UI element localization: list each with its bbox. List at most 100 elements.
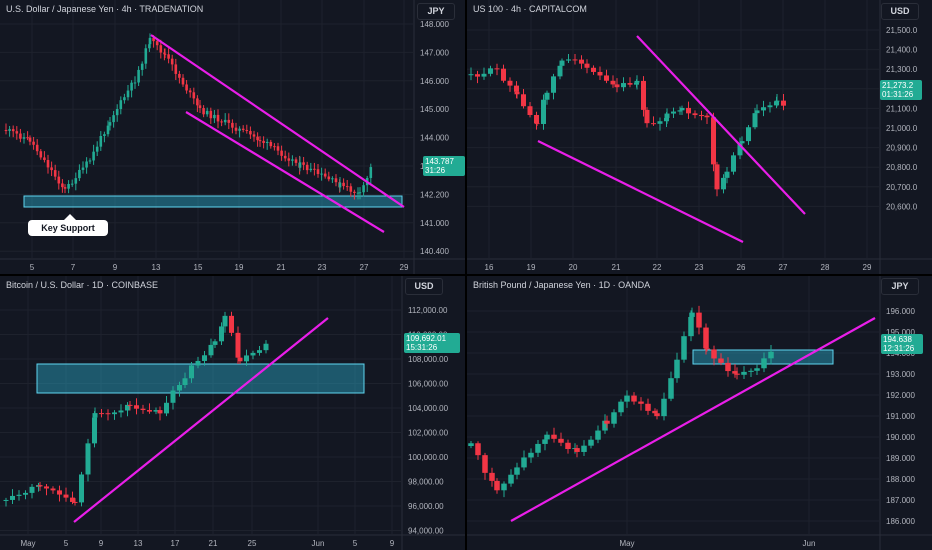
candle-body [604,75,609,81]
candle-body [369,167,373,178]
price-tick-label: 147.000 [420,48,449,57]
time-tick-label: 19 [235,263,244,272]
time-tick-label: 21 [612,263,621,272]
candle-body [85,443,91,475]
candle-body [508,474,514,484]
candle-body [689,312,695,317]
chart-title: Bitcoin / U.S. Dollar · 1D · COINBASE [6,280,159,290]
currency-button[interactable]: USD [881,3,919,20]
candle-body [748,370,754,372]
candle-body [219,326,224,342]
candle-body [188,90,192,93]
candle-body [280,150,283,156]
candle-body [507,80,513,86]
candle-body [202,108,205,115]
time-tick-label: 9 [113,263,118,272]
candle-body [781,100,786,106]
candle-body [159,45,163,53]
candle-body [641,80,646,110]
chart-panel-us100[interactable]: 21,500.021,400.021,300.021,200.021,100.0… [467,0,932,274]
candle-body [688,316,694,337]
last-price: 21,273.2 [882,81,914,90]
price-tick-label: 21,400.0 [886,46,918,55]
candle-body [768,351,774,359]
candle-body [657,121,663,124]
candle-body [205,110,209,115]
candle-body [494,480,500,491]
time-tick-label: 15 [194,263,203,272]
bar-countdown: 15:31:26 [406,343,438,352]
chart-title: British Pound / Japanese Yen · 1D · OAND… [473,280,651,290]
price-tick-label: 192.000 [886,391,915,400]
candle-body [185,84,188,91]
key-support-callout[interactable]: Key Support [28,214,108,236]
candle-body [26,137,29,139]
candle-body [588,439,594,446]
time-tick-label: May [20,539,35,548]
candle-body [53,170,57,177]
candle-body [591,67,596,72]
candle-body [67,184,70,189]
time-tick-label: 20 [569,263,578,272]
chart-panel-gbpjpy[interactable]: 196.000195.000194.000193.000192.000191.0… [467,276,932,550]
currency-button[interactable]: JPY [881,278,919,295]
candle-body [668,378,674,399]
candle-body [155,41,159,46]
candle-body [61,183,64,188]
candle-body [189,365,194,379]
candle-body [249,131,252,135]
candle-body [541,99,546,124]
time-tick-label: 28 [821,263,830,272]
chart-panel-usdjpy[interactable]: 148.000147.000146.000145.000144.000143.0… [0,0,465,274]
candle-body [258,140,262,142]
currency-button[interactable]: USD [405,278,443,295]
candle-body [731,155,736,172]
chart-panel-btcusd[interactable]: 112,000.00110,000.00108,000.00106,000.00… [0,276,465,550]
candle-body [147,410,152,412]
price-tick-label: 100,000.00 [408,453,449,462]
candle-body [634,80,640,83]
time-tick-label: 16 [485,263,494,272]
candle-body [35,144,39,152]
candle-body [216,114,220,122]
currency-button[interactable]: JPY [417,3,455,20]
candle-body [140,408,146,411]
candle-body [44,486,49,489]
candle-body [43,157,46,161]
candle-body [192,92,196,99]
us100-chart[interactable]: 21,500.021,400.021,300.021,200.021,100.0… [467,0,932,274]
candle-body [16,494,22,496]
candle-body [721,177,726,190]
candle-body [544,92,550,100]
candle-body [257,350,262,353]
candle-body [126,90,130,98]
support-zone [36,363,365,394]
candle-body [181,77,185,85]
candle-body [202,355,207,361]
candle-body [746,127,751,142]
candle-body [679,107,685,111]
candle-body [178,73,181,78]
candle-body [157,410,163,414]
candle-body [559,60,565,66]
candle-body [651,123,656,125]
price-tick-label: 104,000.00 [408,404,449,413]
candle-body [631,395,637,402]
candle-body [265,141,269,143]
last-price: 194.638 [883,335,912,344]
candle-body [551,76,556,93]
time-tick-label: 27 [360,263,369,272]
price-tick-label: 193.000 [886,370,915,379]
price-tick-label: 189.000 [886,454,915,463]
candle-body [252,134,256,137]
gbpjpy-chart[interactable]: 196.000195.000194.000193.000192.000191.0… [467,276,932,550]
price-tick-label: 94,000.00 [408,527,444,536]
candle-body [725,362,731,372]
candle-body [358,192,362,194]
btcusd-chart[interactable]: 112,000.00110,000.00108,000.00106,000.00… [0,276,465,550]
candle-body [29,486,35,493]
candle-body [627,83,633,85]
candle-body [353,191,356,194]
candle-body [74,178,78,184]
candle-body [579,59,584,64]
